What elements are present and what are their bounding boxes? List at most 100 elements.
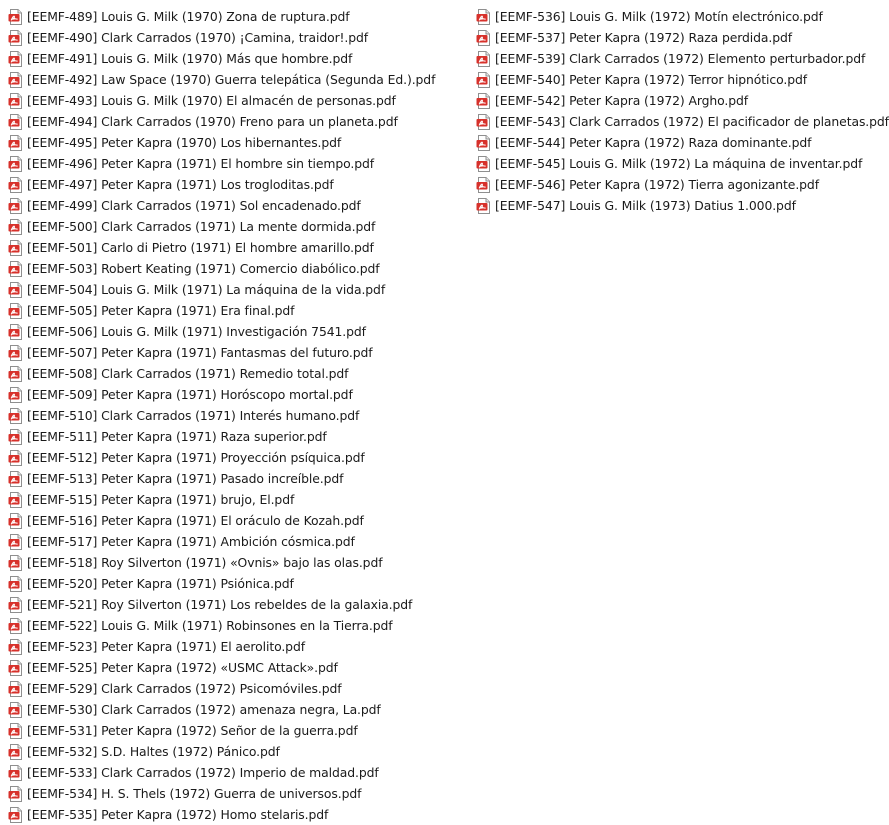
pdf-file-icon	[8, 575, 24, 592]
file-item[interactable]: [EEMF-491] Louis G. Milk (1970) Más que …	[8, 48, 435, 69]
file-item[interactable]: [EEMF-513] Peter Kapra (1971) Pasado inc…	[8, 468, 435, 489]
file-item[interactable]: [EEMF-515] Peter Kapra (1971) brujo, El.…	[8, 489, 435, 510]
file-name: [EEMF-542] Peter Kapra (1972) Argho.pdf	[495, 93, 749, 108]
file-item[interactable]: [EEMF-531] Peter Kapra (1972) Señor de l…	[8, 720, 435, 741]
file-name: [EEMF-496] Peter Kapra (1971) El hombre …	[27, 156, 375, 171]
file-item[interactable]: [EEMF-512] Peter Kapra (1971) Proyección…	[8, 447, 435, 468]
file-item[interactable]: [EEMF-520] Peter Kapra (1971) Psiónica.p…	[8, 573, 435, 594]
file-item[interactable]: [EEMF-544] Peter Kapra (1972) Raza domin…	[476, 132, 889, 153]
file-item[interactable]: [EEMF-542] Peter Kapra (1972) Argho.pdf	[476, 90, 889, 111]
file-item[interactable]: [EEMF-521] Roy Silverton (1971) Los rebe…	[8, 594, 435, 615]
pdf-file-icon	[8, 449, 24, 466]
pdf-file-icon	[476, 50, 492, 67]
pdf-file-icon	[8, 785, 24, 802]
file-item[interactable]: [EEMF-504] Louis G. Milk (1971) La máqui…	[8, 279, 435, 300]
file-name: [EEMF-530] Clark Carrados (1972) amenaza…	[27, 702, 381, 717]
pdf-file-icon	[8, 743, 24, 760]
file-item[interactable]: [EEMF-535] Peter Kapra (1972) Homo stela…	[8, 804, 435, 825]
file-name: [EEMF-497] Peter Kapra (1971) Los troglo…	[27, 177, 334, 192]
file-item[interactable]: [EEMF-489] Louis G. Milk (1970) Zona de …	[8, 6, 435, 27]
pdf-file-icon	[8, 176, 24, 193]
file-item[interactable]: [EEMF-506] Louis G. Milk (1971) Investig…	[8, 321, 435, 342]
file-name: [EEMF-531] Peter Kapra (1972) Señor de l…	[27, 723, 358, 738]
file-name: [EEMF-513] Peter Kapra (1971) Pasado inc…	[27, 471, 344, 486]
file-item[interactable]: [EEMF-546] Peter Kapra (1972) Tierra ago…	[476, 174, 889, 195]
file-name: [EEMF-511] Peter Kapra (1971) Raza super…	[27, 429, 327, 444]
pdf-file-icon	[8, 344, 24, 361]
file-item[interactable]: [EEMF-533] Clark Carrados (1972) Imperio…	[8, 762, 435, 783]
file-name: [EEMF-529] Clark Carrados (1972) Psicomó…	[27, 681, 342, 696]
file-name: [EEMF-500] Clark Carrados (1971) La ment…	[27, 219, 376, 234]
pdf-file-icon	[476, 197, 492, 214]
file-name: [EEMF-509] Peter Kapra (1971) Horóscopo …	[27, 387, 353, 402]
file-item[interactable]: [EEMF-518] Roy Silverton (1971) «Ovnis» …	[8, 552, 435, 573]
file-item[interactable]: [EEMF-525] Peter Kapra (1972) «USMC Atta…	[8, 657, 435, 678]
file-list-column-right: [EEMF-536] Louis G. Milk (1972) Motín el…	[476, 6, 889, 216]
file-name: [EEMF-510] Clark Carrados (1971) Interés…	[27, 408, 360, 423]
file-item[interactable]: [EEMF-536] Louis G. Milk (1972) Motín el…	[476, 6, 889, 27]
pdf-file-icon	[476, 155, 492, 172]
file-item[interactable]: [EEMF-543] Clark Carrados (1972) El paci…	[476, 111, 889, 132]
file-item[interactable]: [EEMF-516] Peter Kapra (1971) El oráculo…	[8, 510, 435, 531]
pdf-file-icon	[8, 71, 24, 88]
pdf-file-icon	[8, 512, 24, 529]
file-item[interactable]: [EEMF-530] Clark Carrados (1972) amenaza…	[8, 699, 435, 720]
pdf-file-icon	[8, 638, 24, 655]
file-item[interactable]: [EEMF-501] Carlo di Pietro (1971) El hom…	[8, 237, 435, 258]
file-item[interactable]: [EEMF-507] Peter Kapra (1971) Fantasmas …	[8, 342, 435, 363]
file-item[interactable]: [EEMF-529] Clark Carrados (1972) Psicomó…	[8, 678, 435, 699]
file-item[interactable]: [EEMF-510] Clark Carrados (1971) Interés…	[8, 405, 435, 426]
pdf-file-icon	[8, 617, 24, 634]
file-item[interactable]: [EEMF-511] Peter Kapra (1971) Raza super…	[8, 426, 435, 447]
file-item[interactable]: [EEMF-492] Law Space (1970) Guerra telep…	[8, 69, 435, 90]
file-item[interactable]: [EEMF-496] Peter Kapra (1971) El hombre …	[8, 153, 435, 174]
file-item[interactable]: [EEMF-494] Clark Carrados (1970) Freno p…	[8, 111, 435, 132]
file-item[interactable]: [EEMF-540] Peter Kapra (1972) Terror hip…	[476, 69, 889, 90]
file-item[interactable]: [EEMF-539] Clark Carrados (1972) Element…	[476, 48, 889, 69]
pdf-file-icon	[8, 50, 24, 67]
file-item[interactable]: [EEMF-493] Louis G. Milk (1970) El almac…	[8, 90, 435, 111]
file-name: [EEMF-492] Law Space (1970) Guerra telep…	[27, 72, 436, 87]
file-name: [EEMF-535] Peter Kapra (1972) Homo stela…	[27, 807, 329, 822]
file-name: [EEMF-494] Clark Carrados (1970) Freno p…	[27, 114, 398, 129]
pdf-file-icon	[476, 71, 492, 88]
pdf-file-icon	[8, 701, 24, 718]
file-name: [EEMF-540] Peter Kapra (1972) Terror hip…	[495, 72, 807, 87]
pdf-file-icon	[8, 197, 24, 214]
file-item[interactable]: [EEMF-509] Peter Kapra (1971) Horóscopo …	[8, 384, 435, 405]
file-item[interactable]: [EEMF-497] Peter Kapra (1971) Los troglo…	[8, 174, 435, 195]
file-item[interactable]: [EEMF-522] Louis G. Milk (1971) Robinson…	[8, 615, 435, 636]
pdf-file-icon	[8, 386, 24, 403]
pdf-file-icon	[8, 365, 24, 382]
file-item[interactable]: [EEMF-495] Peter Kapra (1970) Los hibern…	[8, 132, 435, 153]
file-item[interactable]: [EEMF-517] Peter Kapra (1971) Ambición c…	[8, 531, 435, 552]
pdf-file-icon	[8, 29, 24, 46]
file-item[interactable]: [EEMF-545] Louis G. Milk (1972) La máqui…	[476, 153, 889, 174]
file-name: [EEMF-493] Louis G. Milk (1970) El almac…	[27, 93, 396, 108]
file-item[interactable]: [EEMF-534] H. S. Thels (1972) Guerra de …	[8, 783, 435, 804]
file-item[interactable]: [EEMF-490] Clark Carrados (1970) ¡Camina…	[8, 27, 435, 48]
file-item[interactable]: [EEMF-532] S.D. Haltes (1972) Pánico.pdf	[8, 741, 435, 762]
file-item[interactable]: [EEMF-500] Clark Carrados (1971) La ment…	[8, 216, 435, 237]
file-name: [EEMF-537] Peter Kapra (1972) Raza perdi…	[495, 30, 793, 45]
file-name: [EEMF-522] Louis G. Milk (1971) Robinson…	[27, 618, 393, 633]
pdf-file-icon	[8, 302, 24, 319]
file-item[interactable]: [EEMF-499] Clark Carrados (1971) Sol enc…	[8, 195, 435, 216]
file-item[interactable]: [EEMF-537] Peter Kapra (1972) Raza perdi…	[476, 27, 889, 48]
file-item[interactable]: [EEMF-505] Peter Kapra (1971) Era final.…	[8, 300, 435, 321]
file-name: [EEMF-501] Carlo di Pietro (1971) El hom…	[27, 240, 374, 255]
file-name: [EEMF-532] S.D. Haltes (1972) Pánico.pdf	[27, 744, 280, 759]
pdf-file-icon	[8, 533, 24, 550]
file-name: [EEMF-545] Louis G. Milk (1972) La máqui…	[495, 156, 863, 171]
file-name: [EEMF-523] Peter Kapra (1971) El aerolit…	[27, 639, 305, 654]
file-item[interactable]: [EEMF-523] Peter Kapra (1971) El aerolit…	[8, 636, 435, 657]
file-name: [EEMF-518] Roy Silverton (1971) «Ovnis» …	[27, 555, 383, 570]
file-item[interactable]: [EEMF-508] Clark Carrados (1971) Remedio…	[8, 363, 435, 384]
file-name: [EEMF-539] Clark Carrados (1972) Element…	[495, 51, 866, 66]
pdf-file-icon	[476, 8, 492, 25]
file-item[interactable]: [EEMF-503] Robert Keating (1971) Comerci…	[8, 258, 435, 279]
pdf-file-icon	[476, 113, 492, 130]
pdf-file-icon	[8, 218, 24, 235]
pdf-file-icon	[8, 260, 24, 277]
file-item[interactable]: [EEMF-547] Louis G. Milk (1973) Datius 1…	[476, 195, 889, 216]
